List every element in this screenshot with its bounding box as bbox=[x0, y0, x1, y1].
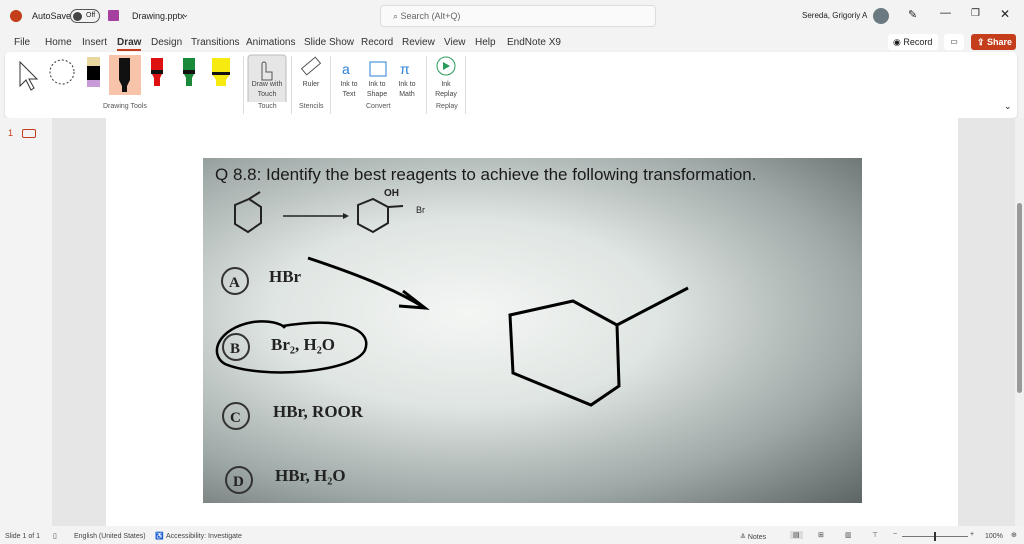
group-drawing-tools: Drawing Tools bbox=[103, 103, 147, 110]
tab-view[interactable]: View bbox=[444, 37, 466, 48]
option-b-letter: B bbox=[230, 341, 240, 357]
reactant-structure bbox=[234, 197, 262, 234]
slide-number: 1 bbox=[8, 128, 14, 138]
powerpoint-logo bbox=[10, 10, 22, 22]
zoom-in-button[interactable]: + bbox=[970, 531, 974, 538]
divider bbox=[426, 56, 427, 114]
search-input[interactable]: ⌕ Search (Alt+Q) bbox=[380, 5, 656, 27]
tab-file[interactable]: File bbox=[14, 37, 30, 48]
option-d-text: HBr, H₂O bbox=[275, 466, 346, 485]
ink-to-math-icon: π bbox=[400, 61, 410, 77]
file-name[interactable]: Drawing.pptx bbox=[132, 11, 185, 21]
pen-icon[interactable]: ✎ bbox=[908, 8, 917, 21]
share-label: Share bbox=[987, 37, 1013, 47]
accessibility-icon[interactable]: ♿ bbox=[155, 532, 164, 540]
search-icon: ⌕ bbox=[393, 11, 401, 21]
avatar[interactable] bbox=[873, 8, 889, 24]
tab-home[interactable]: Home bbox=[45, 37, 72, 48]
tab-slide-show[interactable]: Slide Show bbox=[304, 37, 354, 48]
user-name[interactable]: Sereda, Grigoriy A bbox=[802, 11, 867, 20]
tab-record[interactable]: Record bbox=[361, 37, 393, 48]
lasso-icon bbox=[49, 59, 75, 85]
save-icon[interactable] bbox=[108, 10, 119, 21]
tab-draw[interactable]: Draw bbox=[117, 37, 142, 51]
option-d-letter: D bbox=[233, 474, 244, 490]
option-a-letter: A bbox=[229, 275, 240, 291]
restore-button[interactable]: ❐ bbox=[971, 8, 980, 19]
ink-to-shape-icon bbox=[369, 61, 387, 77]
group-touch: Touch bbox=[258, 103, 277, 110]
ink-arrow bbox=[307, 256, 430, 310]
product-structure bbox=[357, 197, 389, 234]
tab-endnote[interactable]: EndNote X9 bbox=[507, 37, 561, 48]
zoom-slider[interactable] bbox=[902, 532, 968, 541]
record-button[interactable]: ◉ Record bbox=[888, 34, 938, 50]
reading-view-icon[interactable]: ▥ bbox=[845, 531, 852, 539]
collapse-ribbon-icon[interactable]: ⌄ bbox=[1004, 101, 1012, 112]
notes-button[interactable]: ≙ Notes bbox=[740, 533, 766, 541]
slide-sorter-icon[interactable]: ⊞ bbox=[818, 531, 824, 539]
group-stencils: Stencils bbox=[299, 103, 324, 110]
ribbon-tabs: File Home Insert Draw Design Transitions… bbox=[0, 32, 1024, 52]
minimize-button[interactable]: — bbox=[940, 7, 951, 19]
vertical-scrollbar[interactable] bbox=[1015, 118, 1024, 526]
ink-to-shape-button[interactable]: Ink to Shape bbox=[364, 80, 390, 100]
zoom-out-button[interactable]: − bbox=[893, 531, 897, 538]
title-bar: AutoSave Off Drawing.pptx ⌄ ⌕ Search (Al… bbox=[0, 0, 1024, 32]
notes-label: Notes bbox=[747, 534, 767, 541]
ink-replay-button[interactable]: Ink Replay bbox=[432, 80, 460, 100]
ruler-icon bbox=[300, 56, 322, 76]
fit-to-window-icon[interactable]: ⊕ bbox=[1011, 531, 1017, 539]
slide-counter: Slide 1 of 1 bbox=[5, 533, 41, 540]
br-label: Br bbox=[416, 205, 425, 215]
group-replay: Replay bbox=[436, 103, 458, 110]
divider bbox=[243, 56, 244, 114]
draw-with-touch-label[interactable]: Draw with Touch bbox=[248, 80, 286, 100]
autosave-label: AutoSave bbox=[32, 11, 72, 21]
ink-to-math-button[interactable]: Ink to Math bbox=[393, 80, 421, 100]
ruler-button[interactable]: Ruler bbox=[296, 80, 326, 90]
share-button[interactable]: ⇪ Share bbox=[971, 34, 1016, 50]
option-a-text: HBr bbox=[269, 267, 302, 286]
tab-transitions[interactable]: Transitions bbox=[191, 37, 240, 48]
option-c-letter: C bbox=[230, 410, 241, 426]
divider bbox=[291, 56, 292, 114]
ink-cyclohexane bbox=[508, 286, 689, 407]
close-button[interactable]: ✕ bbox=[1000, 7, 1010, 21]
record-label: Record bbox=[903, 37, 933, 47]
chevron-down-icon: ⌄ bbox=[182, 10, 189, 19]
group-convert: Convert bbox=[366, 103, 391, 110]
comments-button[interactable]: ▭ bbox=[944, 34, 964, 50]
spelling-icon[interactable]: ▯ bbox=[53, 532, 57, 540]
search-placeholder: Search (Alt+Q) bbox=[400, 11, 461, 21]
accessibility-button[interactable]: Accessibility: Investigate bbox=[166, 533, 242, 540]
toggle-state: Off bbox=[86, 12, 96, 19]
autosave-toggle[interactable]: Off bbox=[70, 9, 100, 23]
option-c-text: HBr, ROOR bbox=[273, 402, 364, 421]
thumbnail-pane: 1 bbox=[0, 118, 52, 526]
language-button[interactable]: English (United States) bbox=[74, 533, 146, 540]
divider bbox=[465, 56, 466, 114]
tab-review[interactable]: Review bbox=[402, 37, 435, 48]
tab-help[interactable]: Help bbox=[475, 37, 496, 48]
oh-label: OH bbox=[384, 188, 399, 199]
ink-to-text-icon: a bbox=[342, 61, 350, 77]
status-bar: Slide 1 of 1 ▯ English (United States) ♿… bbox=[0, 530, 1024, 544]
slide-thumbnail[interactable] bbox=[22, 129, 36, 138]
select-arrow-icon bbox=[19, 60, 39, 91]
tab-animations[interactable]: Animations bbox=[246, 37, 295, 48]
tab-insert[interactable]: Insert bbox=[82, 37, 107, 48]
option-b-text: Br₂, H₂O bbox=[271, 335, 335, 354]
slideshow-icon[interactable]: ⊤ bbox=[872, 531, 878, 539]
normal-view-icon[interactable]: ▤ bbox=[790, 531, 803, 539]
zoom-level[interactable]: 100% bbox=[985, 533, 1003, 540]
tab-design[interactable]: Design bbox=[151, 37, 182, 48]
divider bbox=[330, 56, 331, 114]
question-text: Q 8.8: Identify the best reagents to ach… bbox=[215, 165, 756, 184]
ink-to-text-button[interactable]: Ink to Text bbox=[336, 80, 362, 100]
slide-ink: Q 8.8: Identify the best reagents to ach… bbox=[215, 165, 756, 494]
question-photo: Q 8.8: Identify the best reagents to ach… bbox=[203, 158, 862, 503]
